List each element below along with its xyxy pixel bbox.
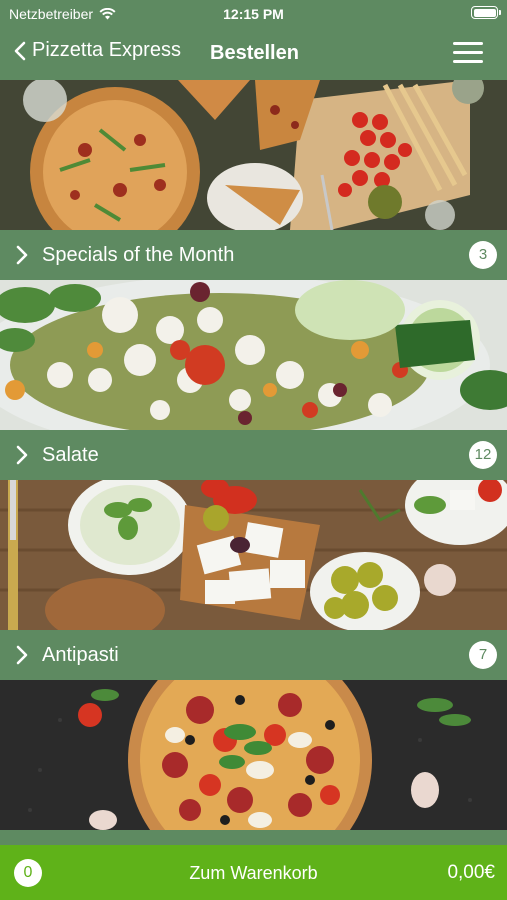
category-count-badge: 12: [469, 441, 497, 469]
category-image-specials: [0, 80, 507, 230]
status-time: 12:15 PM: [223, 6, 284, 22]
back-label: Pizzetta Express: [32, 39, 181, 61]
back-button[interactable]: Pizzetta Express: [14, 39, 181, 62]
battery-icon: [471, 6, 501, 19]
cart-button[interactable]: 0 Zum Warenkorb 0,00€: [0, 845, 507, 900]
cart-total: 0,00€: [447, 862, 495, 883]
category-bar-antipasti[interactable]: Antipasti 7: [0, 630, 507, 680]
category-bar-specials[interactable]: Specials of the Month 3: [0, 230, 507, 280]
chevron-left-icon: [14, 41, 26, 60]
chevron-right-icon: [16, 645, 28, 665]
chevron-right-icon: [16, 245, 28, 265]
hamburger-menu-icon[interactable]: [453, 40, 485, 66]
category-image-pizza: [0, 680, 507, 830]
category-image-salate: [0, 280, 507, 430]
chevron-right-icon: [16, 445, 28, 465]
category-label: Salate: [42, 444, 99, 466]
category-bar-salate[interactable]: Salate 12: [0, 430, 507, 480]
page-title: Bestellen: [210, 42, 299, 64]
category-label: Specials of the Month: [42, 244, 235, 266]
category-count-badge: 7: [469, 641, 497, 669]
navigation-bar: Pizzetta Express Bestellen: [0, 28, 507, 78]
category-label: Antipasti: [42, 644, 119, 666]
status-bar: Netzbetreiber 12:15 PM: [0, 0, 507, 28]
category-count-badge: 3: [469, 241, 497, 269]
category-image-antipasti: [0, 480, 507, 630]
cart-label: Zum Warenkorb: [189, 863, 318, 883]
